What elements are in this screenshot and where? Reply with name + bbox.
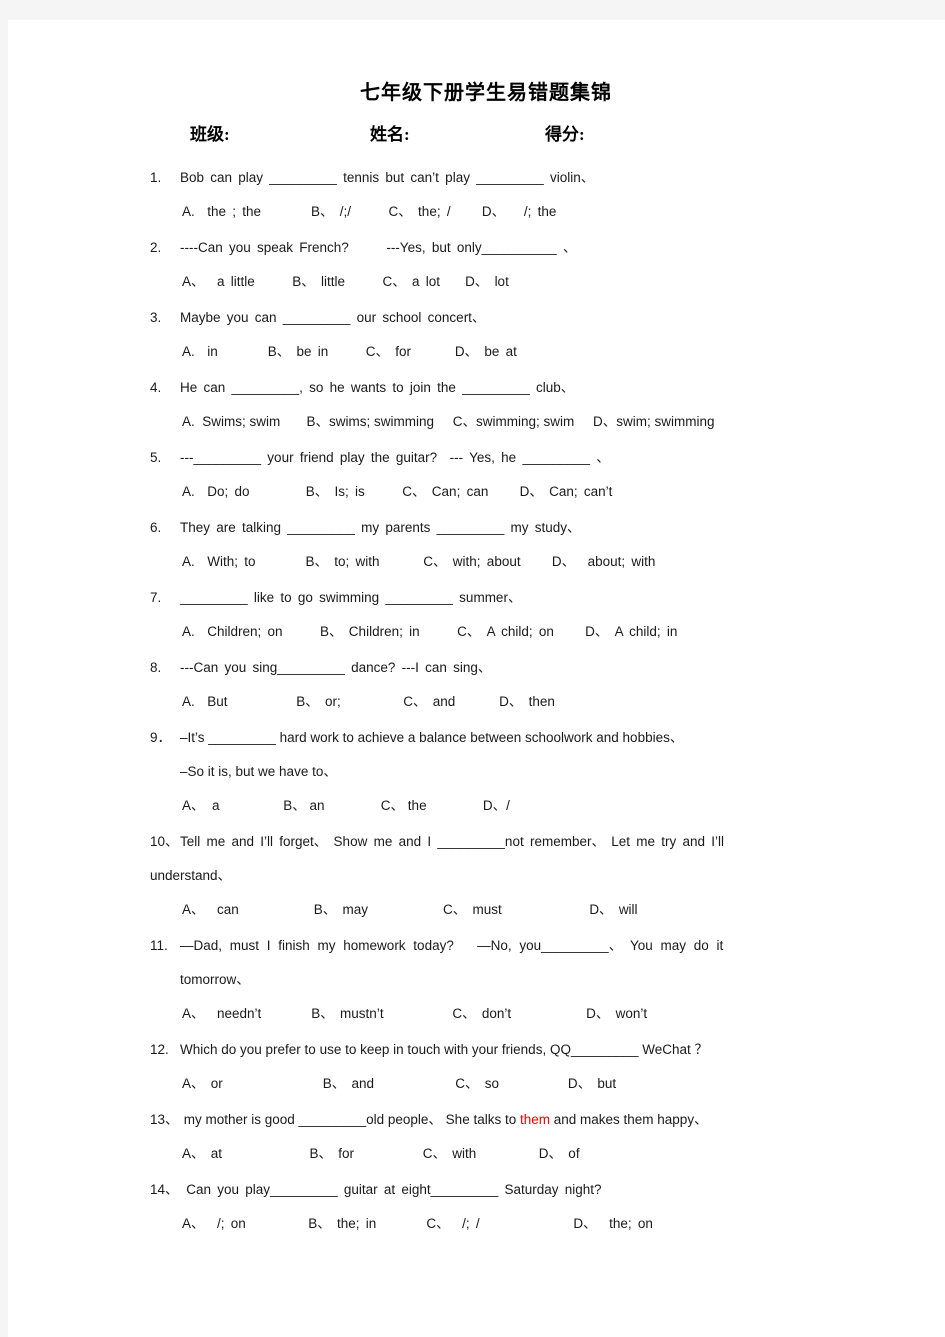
question-7: 7. _________ like to go swimming ________… [150,581,822,649]
question-options: A、 at B、 for C、 with D、 of [182,1146,580,1161]
question-options: A. the ; the B、 /;/ C、 the; / D、 /; the [182,204,557,219]
page-title: 七年级下册学生易错题集锦 [360,82,612,104]
question-9: 9． –It’s _________ hard work to achieve a… [150,721,822,823]
question-options: A. Children; on B、 Children; in C、 A chi… [182,624,678,639]
question-4: 4. He can _________, so he wants to join … [150,371,822,439]
question-number: 3. [150,310,162,325]
question-stem: 4. He can _________, so he wants to join … [150,371,822,405]
question-number: 11. [150,938,168,953]
question-stem: 2. ----Can you speak French? ---Yes, but … [150,231,822,265]
question-options: A. in B、 be in C、 for D、 be at [182,344,517,359]
question-continuation: understand、 [150,868,232,883]
question-text-part1: my mother is good _________old people、 S… [180,1112,520,1127]
question-continuation: tomorrow、 [180,972,250,987]
question-text: ----Can you speak French? ---Yes, but on… [180,240,577,255]
question-2: 2. ----Can you speak French? ---Yes, but … [150,231,822,299]
question-stem: 7. _________ like to go swimming ________… [150,581,822,615]
question-number: 5. [150,450,162,465]
question-stem: 6. They are talking _________ my parents … [150,511,822,545]
question-text-part2: and makes them happy、 [549,1112,708,1127]
question-text: Bob can play _________ tennis but can’t … [180,170,595,185]
question-stem: 8. ---Can you sing_________ dance? ---I c… [150,651,822,685]
highlighted-word: them [519,1112,550,1127]
score-field-label: 得分: [545,125,585,144]
question-14: 14、 Can you play_________ guitar at eigh… [150,1173,822,1241]
question-text: Which do you prefer to use to keep in to… [180,1042,709,1057]
question-options: A. But B、 or; C、 and D、 then [182,694,555,709]
question-number: 6. [150,520,162,535]
question-stem: 3. Maybe you can _________ our school con… [150,301,822,335]
question-3: 3. Maybe you can _________ our school con… [150,301,822,369]
document-page: 七年级下册学生易错题集锦 班级: 姓名: 得分: 1. Bob can play … [8,20,945,1337]
question-text: –It’s _________ hard work to achieve a b… [180,730,684,745]
question-10: 10、Tell me and I’ll forget、 Show me and … [150,825,822,927]
question-number: 8. [150,660,162,675]
name-field-label: 姓名: [370,125,410,144]
question-number: 10、 [150,834,179,849]
question-number: 14、 [150,1182,179,1197]
question-stem: 13、 my mother is good _________old peopl… [150,1103,822,1137]
question-13: 13、 my mother is good _________old peopl… [150,1103,822,1171]
question-stem: 1. Bob can play _________ tennis but can’… [150,161,822,195]
question-options: A、 /; on B、 the; in C、 /; / D、 the; on [182,1216,653,1231]
question-number: 4. [150,380,162,395]
page-content: 七年级下册学生易错题集锦 班级: 姓名: 得分: 1. Bob can play … [150,80,822,1243]
question-options: A. Swims; swim B、swims; swimming C、swimm… [182,414,715,429]
question-text: Tell me and I’ll forget、 Show me and I _… [180,834,725,849]
question-stem: 9． –It’s _________ hard work to achieve a… [150,721,822,755]
question-stem: 11. —Dad, must I finish my homework today… [150,929,822,963]
question-text: He can _________, so he wants to join th… [180,380,575,395]
question-text: ---Can you sing_________ dance? ---I can… [180,660,492,675]
question-options: A. With; to B、 to; with C、 with; about D… [182,554,656,569]
class-field-label: 班级: [190,125,230,144]
question-number: 12. [150,1042,169,1057]
question-options: A. Do; do B、 Is; is C、 Can; can D、 Can; … [182,484,613,499]
question-stem-line2: –So it is, but we have to、 [180,764,337,779]
question-text: —Dad, must I finish my homework today? —… [180,938,724,953]
question-stem: 5. ---_________ your friend play the guit… [150,441,822,475]
question-stem: 10、Tell me and I’ll forget、 Show me and … [150,825,822,859]
question-options: A、 a little B、 little C、 a lot D、 lot [182,274,509,289]
question-text: ---_________ your friend play the guitar… [180,450,610,465]
question-stem: 12. Which do you prefer to use to keep in… [150,1033,822,1067]
question-number: 1. [150,170,162,185]
student-info-header: 班级: 姓名: 得分: [150,120,822,145]
question-number: 7. [150,590,162,605]
question-6: 6. They are talking _________ my parents … [150,511,822,579]
question-number: 9． [150,730,172,745]
question-text: Maybe you can _________ our school conce… [180,310,486,325]
question-options: A、 a B、 an C、 the D、/ [182,798,510,813]
question-text: Can you play_________ guitar at eight___… [180,1182,602,1197]
question-5: 5. ---_________ your friend play the guit… [150,441,822,509]
question-text: They are talking _________ my parents __… [180,520,581,535]
question-8: 8. ---Can you sing_________ dance? ---I c… [150,651,822,719]
question-12: 12. Which do you prefer to use to keep in… [150,1033,822,1101]
question-options: A、 or B、 and C、 so D、 but [182,1076,617,1091]
question-options: A、 needn’t B、 mustn’t C、 don’t D、 won’t [182,1006,648,1021]
question-number: 13、 [150,1112,179,1127]
question-1: 1. Bob can play _________ tennis but can’… [150,161,822,229]
question-number: 2. [150,240,162,255]
question-11: 11. —Dad, must I finish my homework today… [150,929,822,1031]
question-options: A、 can B、 may C、 must D、 will [182,902,638,917]
question-text: _________ like to go swimming _________ … [180,590,522,605]
question-stem: 14、 Can you play_________ guitar at eigh… [150,1173,822,1207]
